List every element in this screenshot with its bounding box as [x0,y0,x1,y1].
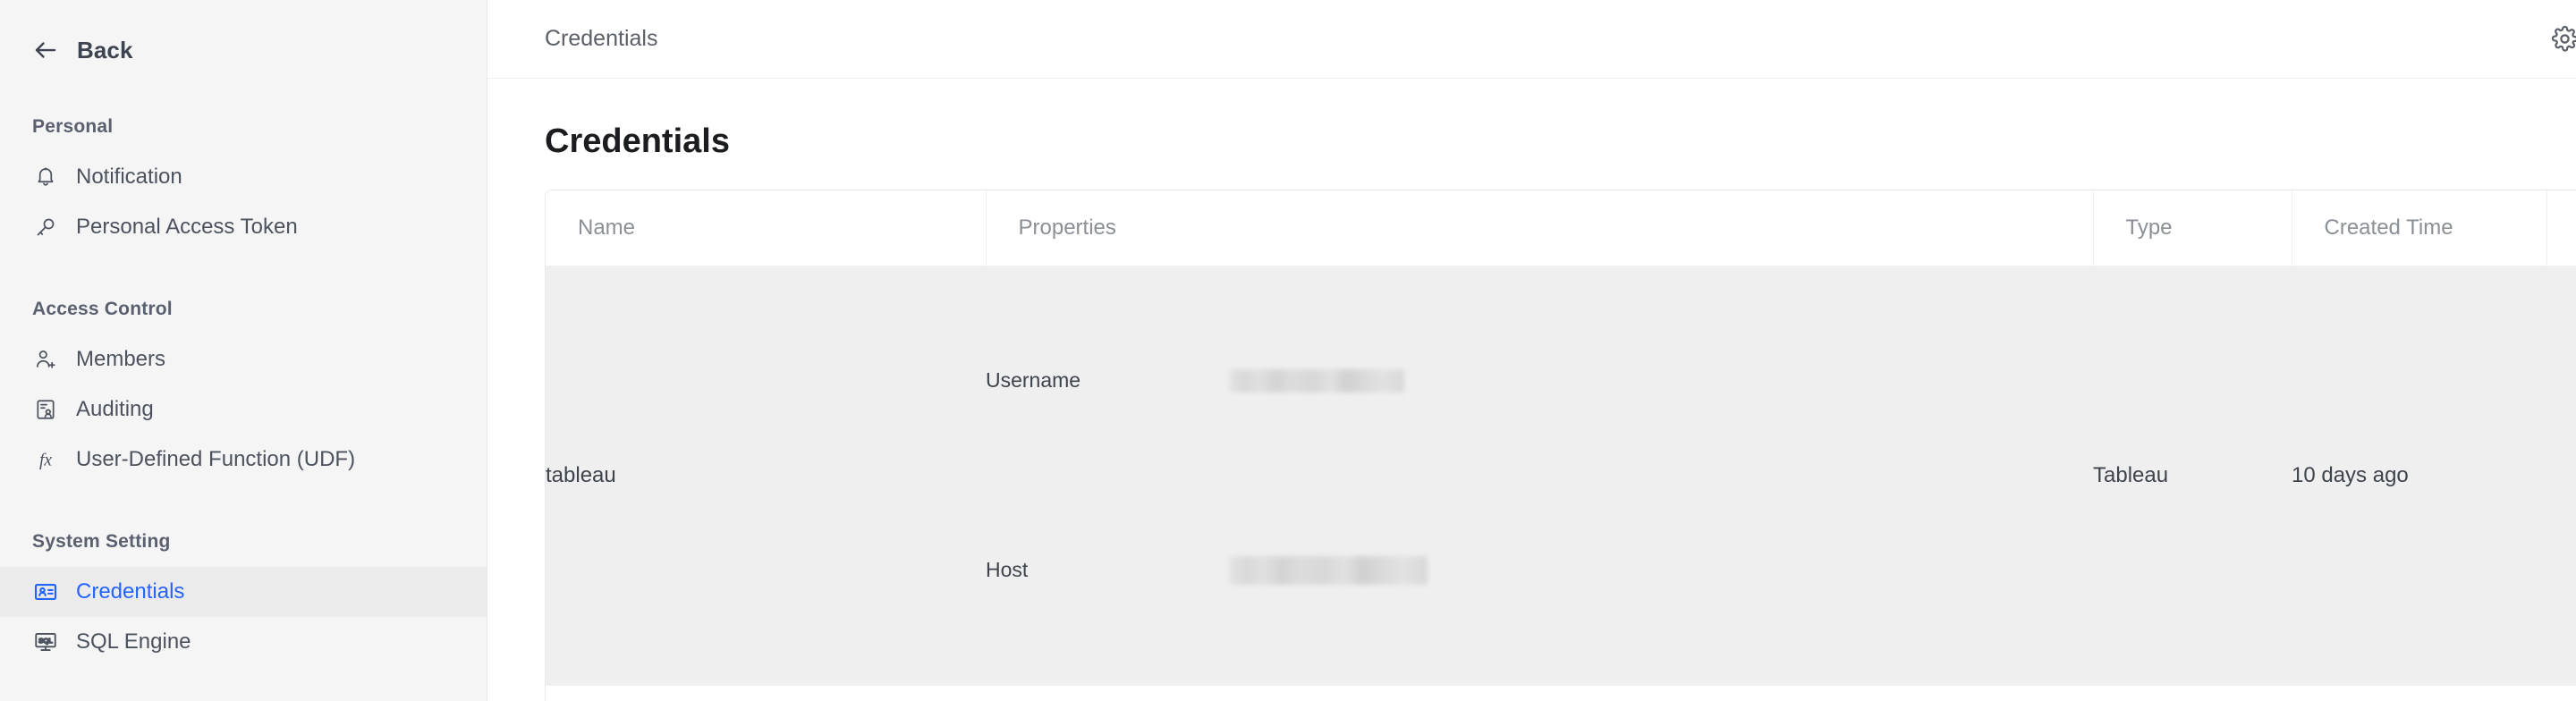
breadcrumb: Credentials [545,26,658,51]
table-header-row: Name Properties Type Created Time [546,190,2576,266]
sidebar-item-label: Personal Access Token [76,215,298,239]
sidebar-item-members[interactable]: Members [0,334,487,384]
cell-name: power bi push dataset [546,685,986,701]
page-header: Credentials [487,79,2576,168]
sidebar-item-auditing[interactable]: Auditing [0,384,487,435]
column-header-name: Name [546,190,986,266]
cell-properties: Username Host [986,266,2093,686]
key-icon [32,214,59,241]
bell-icon [32,164,59,190]
cell-actions [2546,266,2576,686]
table-row[interactable]: power bi push dataset Application ID [546,685,2576,701]
sidebar-item-label: Credentials [76,579,185,604]
svg-text:fx: fx [39,452,52,470]
sidebar-group-system-setting: System Setting [32,531,171,552]
auditing-icon [32,396,59,423]
svg-text:SQL: SQL [38,637,53,645]
redacted-value-bar [1229,368,1404,393]
sidebar-item-sql-engine[interactable]: SQL SQL Engine [0,617,487,667]
column-header-actions [2546,190,2576,266]
topbar: Credentials C [487,0,2576,79]
redacted-value-bar [1229,555,1428,585]
page-title: Credentials [545,122,730,160]
sidebar-group-personal: Personal [32,116,114,137]
id-card-icon [32,579,59,605]
sidebar-item-label: Notification [76,165,182,189]
topbar-actions: C [2548,22,2576,56]
sidebar-item-personal-access-token[interactable]: Personal Access Token [0,202,487,252]
sidebar-group-access-control: Access Control [32,299,173,319]
property-row: Host [986,475,1970,665]
property-key: Username [986,285,1229,476]
table-row[interactable]: tableau Username Host Tableau 10 days ag… [546,266,2576,686]
cell-properties: Application ID Tenant ID [986,685,2093,701]
sidebar-item-credentials[interactable]: Credentials [0,567,487,617]
members-icon [32,346,59,373]
cell-type: Tableau [2093,266,2292,686]
sidebar-item-label: Auditing [76,397,154,421]
property-row: Username [986,285,1970,476]
properties-wrapper: Application ID Tenant ID [986,686,2093,701]
back-label: Back [77,36,133,63]
property-value-redacted [1229,475,1970,665]
back-button[interactable]: Back [0,30,487,70]
cell-created-time: 10 days ago [2292,266,2546,686]
cell-type: Power BI [2093,685,2292,701]
kebab-menu-icon[interactable] [2572,456,2576,495]
properties-table: Username Host [986,285,1970,665]
property-value-redacted [1229,285,1970,476]
cell-name: tableau [546,266,986,686]
app-root: Back Personal Notification Personal Acce… [0,0,2576,701]
cell-created-time: 10 days ago [2292,685,2546,701]
table-body: tableau Username Host Tableau 10 days ag… [546,266,2576,701]
column-header-properties: Properties [985,190,2093,266]
arrow-left-icon [32,37,59,63]
main-content: Credentials Credentials Name Properties … [487,0,2576,701]
sidebar: Back Personal Notification Personal Acce… [0,0,487,701]
function-icon: fx [32,446,59,473]
property-key: Host [986,475,1229,665]
credentials-table-card: Name Properties Type Created Time tablea… [545,190,2576,701]
sidebar-item-udf[interactable]: fx User-Defined Function (UDF) [0,435,487,485]
gear-icon[interactable] [2548,23,2576,55]
column-header-created-time: Created Time [2291,190,2546,266]
cell-actions [2546,685,2576,701]
properties-wrapper: Username Host [986,266,2093,685]
sidebar-item-label: SQL Engine [76,629,191,654]
sidebar-item-label: User-Defined Function (UDF) [76,447,356,471]
credentials-table: Name Properties Type Created Time tablea… [546,190,2576,701]
column-header-type: Type [2092,190,2292,266]
table-head: Name Properties Type Created Time [546,190,2576,266]
sidebar-item-notification[interactable]: Notification [0,152,487,202]
sql-monitor-icon: SQL [32,629,59,655]
sidebar-item-label: Members [76,347,166,371]
